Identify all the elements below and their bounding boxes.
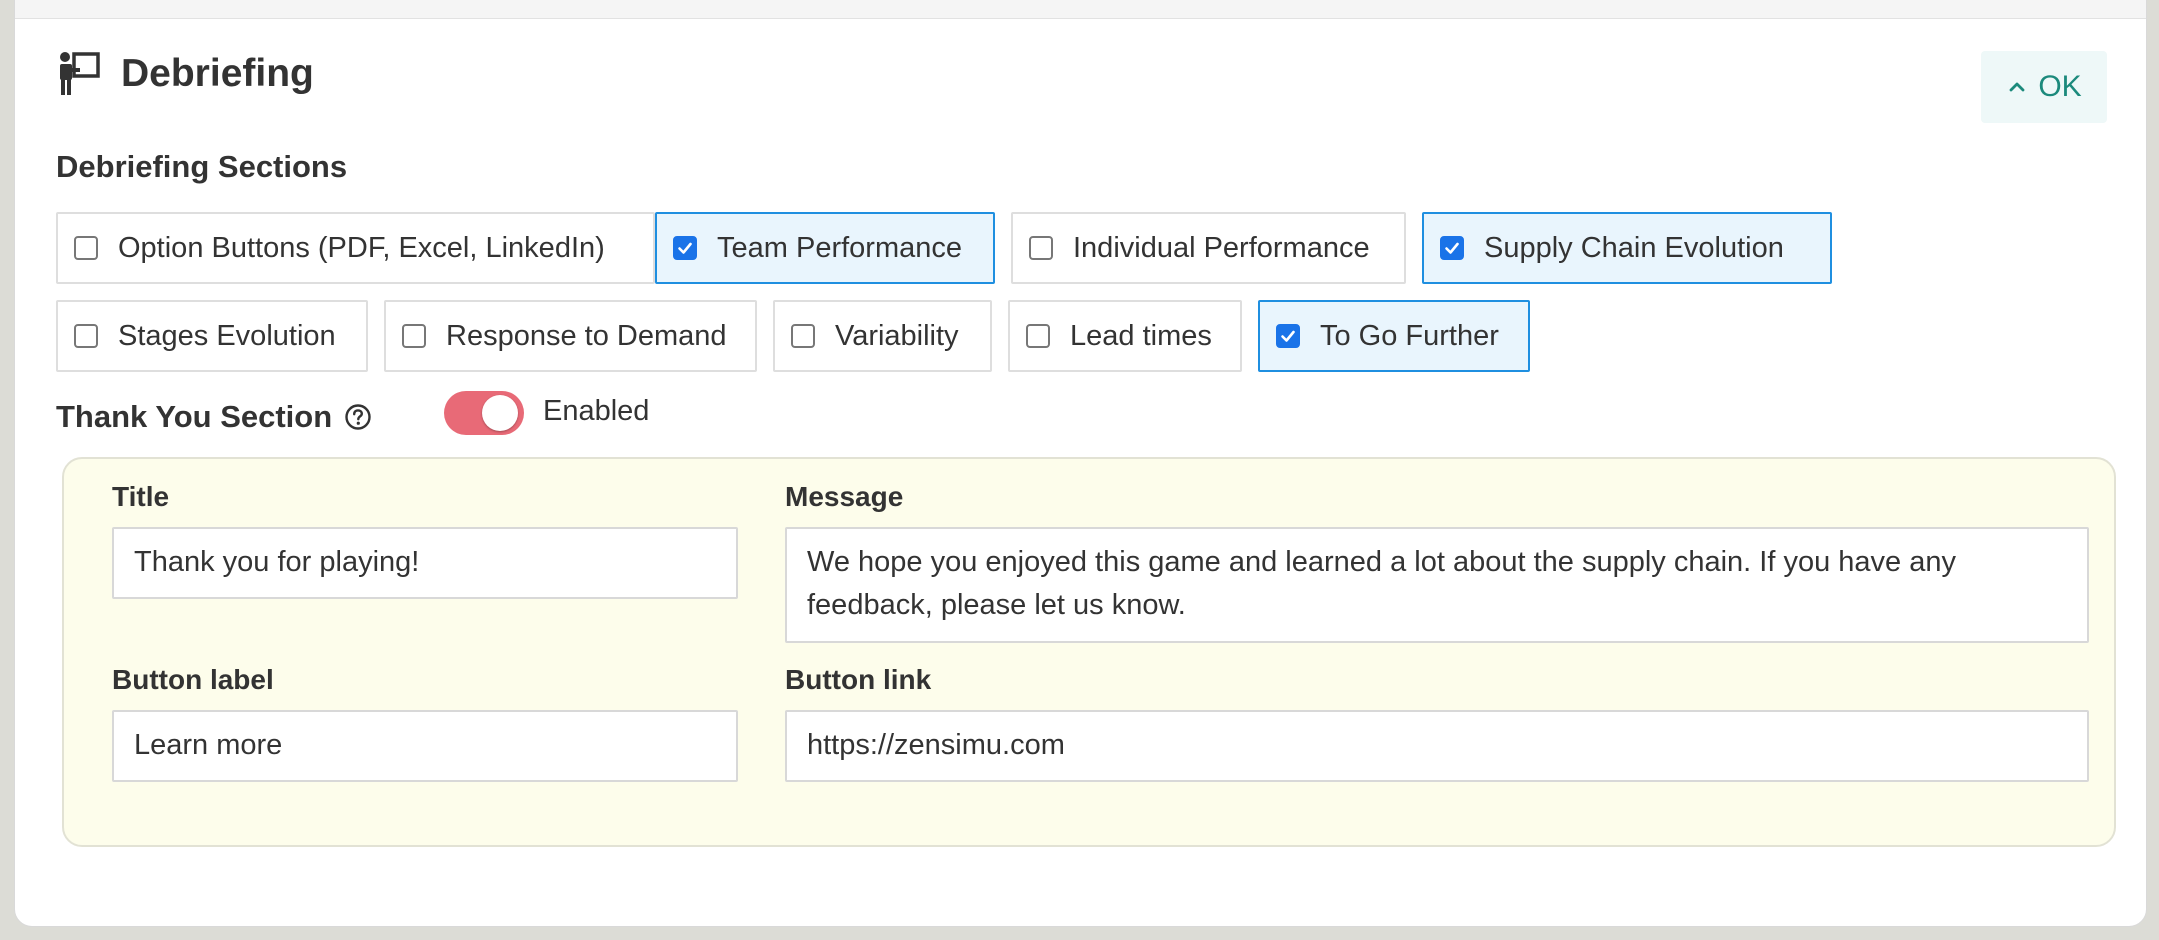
button-label-field-label: Button label [112,664,274,695]
section-label: Stages Evolution [118,319,336,352]
top-strip [15,0,2146,19]
section-stages-evolution[interactable]: Stages Evolution [56,300,368,372]
toggle-label: Enabled [543,395,650,427]
checkmark-icon [1445,242,1459,254]
section-label: Response to Demand [446,319,727,352]
button-link-input[interactable]: https://zensimu.com [785,710,2089,782]
section-individual-performance[interactable]: Individual Performance [1011,212,1406,284]
debriefing-card: Debriefing OK Debriefing Sections Option… [14,0,2147,927]
thank-you-panel: Title Thank you for playing! Message We … [62,457,2116,847]
debriefing-sections-label: Debriefing Sections [56,149,348,184]
section-lead-times[interactable]: Lead times [1008,300,1242,372]
section-label: To Go Further [1320,319,1499,352]
ok-button-label: OK [2038,70,2082,103]
checkbox[interactable] [1276,324,1300,348]
checkmark-icon [1281,330,1295,342]
section-label: Lead times [1070,319,1212,352]
checkbox[interactable] [673,236,697,260]
page-title: Debriefing [121,52,314,95]
section-label: Supply Chain Evolution [1484,231,1784,264]
checkbox[interactable] [74,324,98,348]
thank-you-title: Thank You Section [56,399,333,434]
section-label: Variability [835,319,959,352]
section-option-buttons[interactable]: Option Buttons (PDF, Excel, LinkedIn) [56,212,655,284]
checkbox[interactable] [74,236,98,260]
section-supply-chain-evolution[interactable]: Supply Chain Evolution [1422,212,1832,284]
section-to-go-further[interactable]: To Go Further [1258,300,1530,372]
toggle-knob [482,395,518,431]
thank-you-section-label: Thank You Section [56,399,372,435]
ok-button[interactable]: OK [1981,51,2107,123]
checkmark-icon [678,242,692,254]
checkbox[interactable] [1026,324,1050,348]
help-icon[interactable] [344,403,372,431]
presenter-icon [60,52,100,95]
section-label: Option Buttons (PDF, Excel, LinkedIn) [118,231,605,264]
title-input[interactable]: Thank you for playing! [112,527,738,599]
message-field-label: Message [785,481,904,512]
message-textarea[interactable]: We hope you enjoyed this game and learne… [785,527,2089,643]
section-team-performance[interactable]: Team Performance [655,212,995,284]
section-response-to-demand[interactable]: Response to Demand [384,300,757,372]
checkbox[interactable] [402,324,426,348]
title-field-label: Title [112,481,170,512]
chevron-up-icon [2009,82,2025,92]
button-link-field-label: Button link [785,664,932,695]
button-label-input[interactable]: Learn more [112,710,738,782]
checkbox[interactable] [1440,236,1464,260]
checkbox[interactable] [1029,236,1053,260]
section-label: Individual Performance [1073,231,1370,264]
section-label: Team Performance [717,231,962,264]
thank-you-toggle[interactable] [444,391,524,435]
checkbox[interactable] [791,324,815,348]
section-variability[interactable]: Variability [773,300,992,372]
